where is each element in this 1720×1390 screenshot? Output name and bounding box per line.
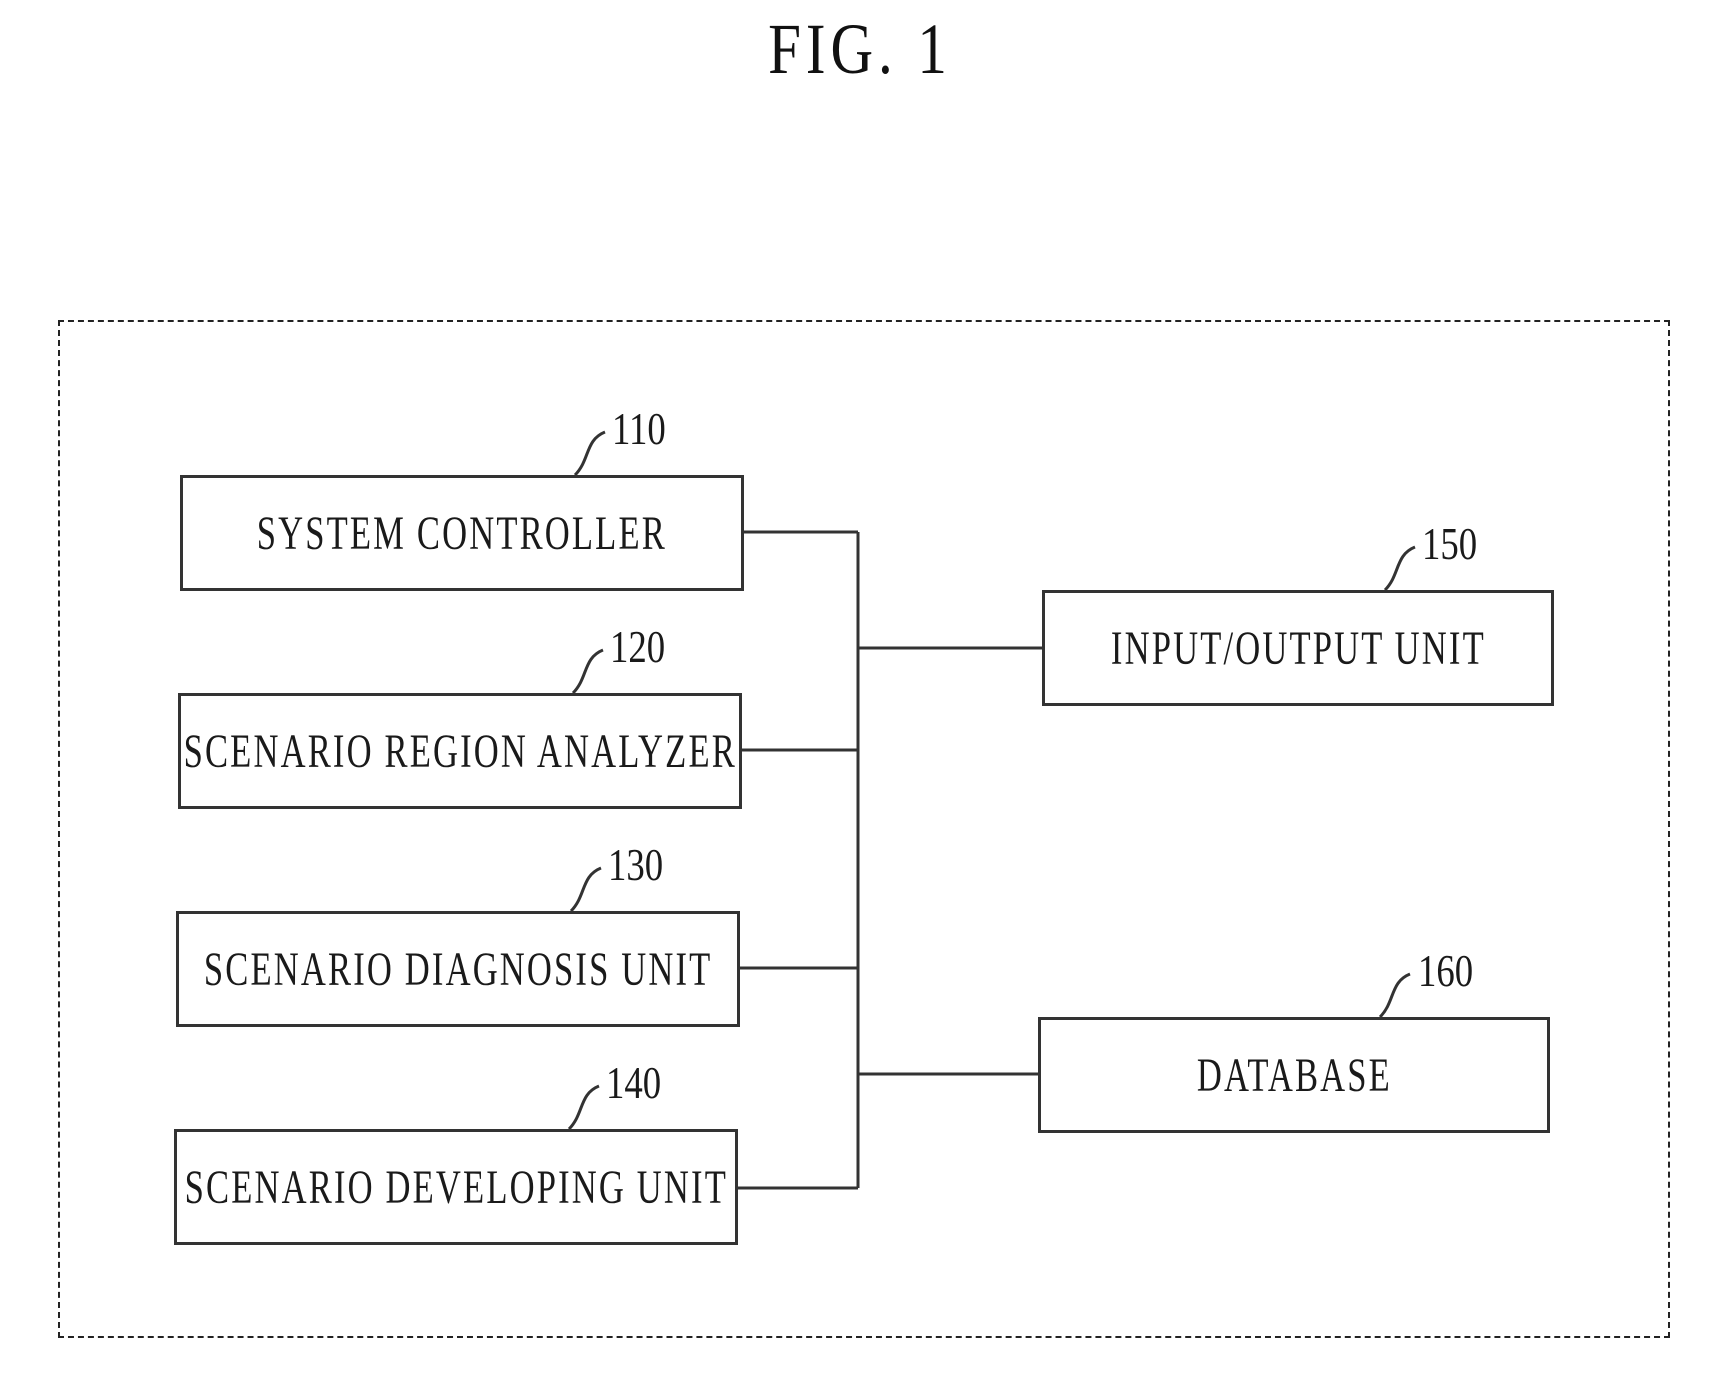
ref-number: 120 xyxy=(610,621,666,672)
leader-130 xyxy=(569,866,602,913)
block-scenario-diagnosis-unit: SCENARIO DIAGNOSIS UNIT xyxy=(176,911,740,1027)
block-label: SYSTEM CONTROLLER xyxy=(256,506,668,560)
block-label: INPUT/OUTPUT UNIT xyxy=(1110,621,1486,675)
ref-number: 140 xyxy=(606,1057,662,1108)
leader-120 xyxy=(571,648,604,695)
leader-110 xyxy=(573,430,606,477)
block-database: DATABASE xyxy=(1038,1017,1550,1133)
leader-160 xyxy=(1378,972,1411,1019)
ref-number: 150 xyxy=(1422,518,1478,569)
block-scenario-developing-unit: SCENARIO DEVELOPING UNIT xyxy=(174,1129,738,1245)
ref-number: 110 xyxy=(612,403,666,454)
ref-number: 130 xyxy=(608,839,664,890)
leader-150 xyxy=(1383,545,1416,592)
block-label: DATABASE xyxy=(1196,1048,1392,1102)
block-scenario-region-analyzer: SCENARIO REGION ANALYZER xyxy=(178,693,742,809)
leader-140 xyxy=(567,1084,600,1131)
block-input-output-unit: INPUT/OUTPUT UNIT xyxy=(1042,590,1554,706)
ref-number: 160 xyxy=(1418,945,1474,996)
block-system-controller: SYSTEM CONTROLLER xyxy=(180,475,744,591)
block-label: SCENARIO DIAGNOSIS UNIT xyxy=(203,942,713,996)
block-label: SCENARIO REGION ANALYZER xyxy=(183,724,737,778)
block-label: SCENARIO DEVELOPING UNIT xyxy=(184,1160,728,1214)
